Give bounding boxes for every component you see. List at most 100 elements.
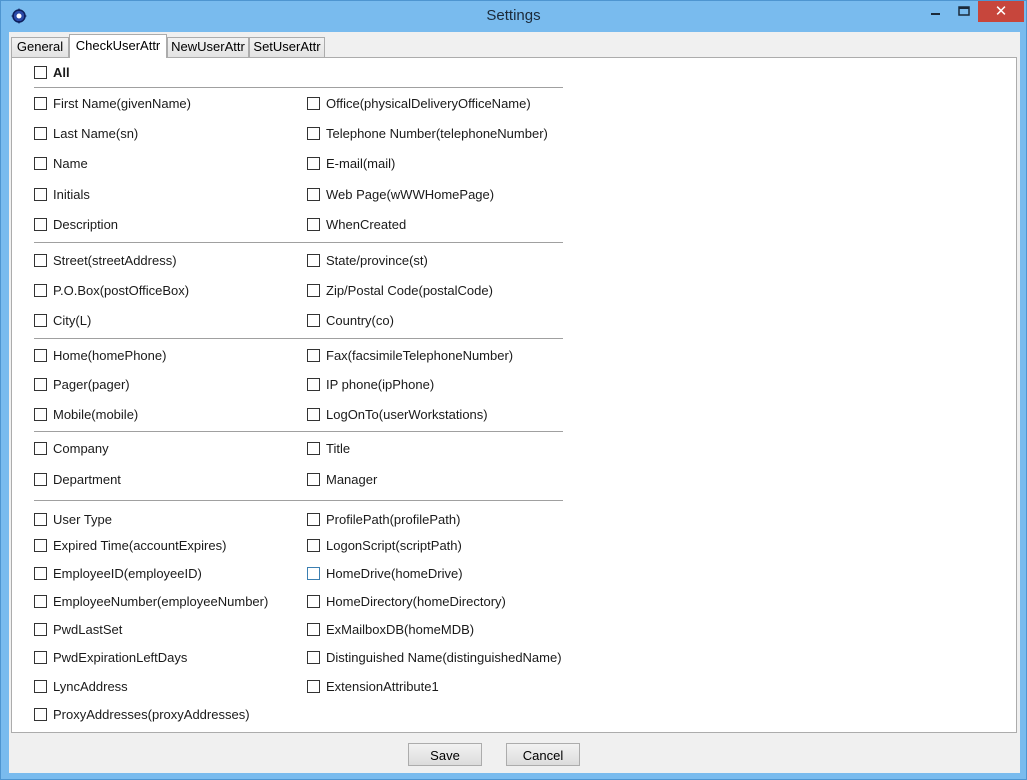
- checkbox-box[interactable]: [307, 348, 320, 362]
- checkbox-label: LogOnTo(userWorkstations): [326, 406, 488, 422]
- checkbox-street[interactable]: Street(streetAddress): [34, 252, 177, 268]
- checkbox-employeenumber[interactable]: EmployeeNumber(employeeNumber): [34, 593, 268, 609]
- checkbox-last-name[interactable]: Last Name(sn): [34, 125, 138, 141]
- save-button[interactable]: Save: [408, 743, 482, 766]
- checkbox-state-province[interactable]: State/province(st): [307, 252, 428, 268]
- checkbox-label: Fax(facsimileTelephoneNumber): [326, 347, 514, 363]
- checkbox-lyncaddress[interactable]: LyncAddress: [34, 678, 128, 694]
- checkbox-user-type[interactable]: User Type: [34, 511, 112, 527]
- close-button[interactable]: ✕: [978, 1, 1024, 22]
- checkbox-box[interactable]: [34, 594, 47, 608]
- checkbox-ip-phone[interactable]: IP phone(ipPhone): [307, 376, 434, 392]
- checkbox-box[interactable]: [34, 187, 47, 201]
- checkbox-exmailboxdb[interactable]: ExMailboxDB(homeMDB): [307, 621, 474, 637]
- checkbox-box[interactable]: [307, 126, 320, 140]
- checkbox-extensionattribute1[interactable]: ExtensionAttribute1: [307, 678, 439, 694]
- checkbox-box[interactable]: [34, 156, 47, 170]
- checkbox-box[interactable]: [307, 472, 320, 486]
- checkbox-box[interactable]: [307, 441, 320, 455]
- checkbox-box[interactable]: [34, 377, 47, 391]
- tab-checkuserattr[interactable]: CheckUserAttr: [69, 34, 167, 58]
- checkbox-label: Zip/Postal Code(postalCode): [326, 282, 493, 298]
- checkbox-box[interactable]: [34, 253, 47, 267]
- checkbox-box[interactable]: [307, 650, 320, 664]
- tab-newuserattr[interactable]: NewUserAttr: [167, 37, 249, 57]
- checkbox-box[interactable]: [307, 407, 320, 421]
- checkbox-box[interactable]: [34, 283, 47, 297]
- checkbox-box[interactable]: [307, 96, 320, 110]
- checkbox-label: EmployeeNumber(employeeNumber): [53, 593, 269, 609]
- checkbox-box[interactable]: [307, 622, 320, 636]
- checkbox-box[interactable]: [34, 707, 47, 721]
- checkbox-profilepath[interactable]: ProfilePath(profilePath): [307, 511, 460, 527]
- checkbox-box[interactable]: [307, 566, 320, 580]
- checkbox-expired-time[interactable]: Expired Time(accountExpires): [34, 537, 226, 553]
- checkbox-box[interactable]: [307, 377, 320, 391]
- checkbox-proxyaddresses[interactable]: ProxyAddresses(proxyAddresses): [34, 706, 250, 722]
- checkbox-box[interactable]: [307, 156, 320, 170]
- checkbox-box[interactable]: [307, 538, 320, 552]
- checkbox-box[interactable]: [34, 512, 47, 526]
- checkbox-box[interactable]: [307, 217, 320, 231]
- maximize-button[interactable]: [951, 1, 977, 23]
- checkbox-box[interactable]: [34, 217, 47, 231]
- checkbox-whencreated[interactable]: WhenCreated: [307, 216, 406, 232]
- checkbox-box[interactable]: [307, 283, 320, 297]
- checkbox-box[interactable]: [34, 65, 47, 79]
- checkbox-box[interactable]: [34, 538, 47, 552]
- checkbox-initials[interactable]: Initials: [34, 186, 90, 202]
- checkbox-box[interactable]: [34, 441, 47, 455]
- tab-general[interactable]: General: [11, 37, 69, 57]
- checkbox-email[interactable]: E-mail(mail): [307, 155, 395, 171]
- tab-setuserattr[interactable]: SetUserAttr: [249, 37, 325, 57]
- checkbox-country[interactable]: Country(co): [307, 312, 394, 328]
- checkbox-logonscript[interactable]: LogonScript(scriptPath): [307, 537, 462, 553]
- checkbox-box[interactable]: [34, 348, 47, 362]
- checkbox-first-name[interactable]: First Name(givenName): [34, 95, 191, 111]
- checkbox-box[interactable]: [34, 650, 47, 664]
- checkbox-pager[interactable]: Pager(pager): [34, 376, 130, 392]
- maximize-icon: [958, 6, 970, 16]
- checkbox-city[interactable]: City(L): [34, 312, 91, 328]
- checkbox-web-page[interactable]: Web Page(wWWHomePage): [307, 186, 494, 202]
- checkbox-telephone-number[interactable]: Telephone Number(telephoneNumber): [307, 125, 548, 141]
- checkbox-box[interactable]: [34, 407, 47, 421]
- checkbox-box[interactable]: [34, 566, 47, 580]
- checkbox-homedrive[interactable]: HomeDrive(homeDrive): [307, 565, 463, 581]
- checkbox-department[interactable]: Department: [34, 471, 121, 487]
- checkbox-homedirectory[interactable]: HomeDirectory(homeDirectory): [307, 593, 506, 609]
- checkbox-box[interactable]: [307, 187, 320, 201]
- checkbox-title[interactable]: Title: [307, 440, 350, 456]
- cancel-button[interactable]: Cancel: [506, 743, 580, 766]
- checkbox-pwdexpirationleftdays[interactable]: PwdExpirationLeftDays: [34, 649, 187, 665]
- checkbox-box[interactable]: [307, 594, 320, 608]
- checkbox-home-phone[interactable]: Home(homePhone): [34, 347, 166, 363]
- checkbox-zip-postal-code[interactable]: Zip/Postal Code(postalCode): [307, 282, 493, 298]
- checkbox-logonto[interactable]: LogOnTo(userWorkstations): [307, 406, 488, 422]
- checkbox-pwdlastset[interactable]: PwdLastSet: [34, 621, 122, 637]
- checkbox-box[interactable]: [34, 313, 47, 327]
- minimize-button[interactable]: [921, 1, 951, 23]
- checkbox-po-box[interactable]: P.O.Box(postOfficeBox): [34, 282, 189, 298]
- checkbox-manager[interactable]: Manager: [307, 471, 377, 487]
- checkbox-box[interactable]: [34, 96, 47, 110]
- checkbox-description[interactable]: Description: [34, 216, 118, 232]
- checkbox-distinguished-name[interactable]: Distinguished Name(distinguishedName): [307, 649, 562, 665]
- checkbox-box[interactable]: [307, 512, 320, 526]
- checkbox-name[interactable]: Name: [34, 155, 88, 171]
- checkbox-box[interactable]: [34, 679, 47, 693]
- checkbox-employeeid[interactable]: EmployeeID(employeeID): [34, 565, 202, 581]
- checkbox-all[interactable]: All: [34, 64, 70, 80]
- checkbox-box[interactable]: [307, 679, 320, 693]
- separator: [34, 431, 563, 432]
- checkbox-mobile[interactable]: Mobile(mobile): [34, 406, 138, 422]
- checkbox-box[interactable]: [34, 126, 47, 140]
- checkbox-box[interactable]: [34, 472, 47, 486]
- checkbox-fax[interactable]: Fax(facsimileTelephoneNumber): [307, 347, 513, 363]
- checkbox-box[interactable]: [307, 253, 320, 267]
- title-bar[interactable]: Settings ✕: [1, 1, 1026, 31]
- checkbox-box[interactable]: [307, 313, 320, 327]
- checkbox-office[interactable]: Office(physicalDeliveryOfficeName): [307, 95, 531, 111]
- checkbox-company[interactable]: Company: [34, 440, 109, 456]
- checkbox-box[interactable]: [34, 622, 47, 636]
